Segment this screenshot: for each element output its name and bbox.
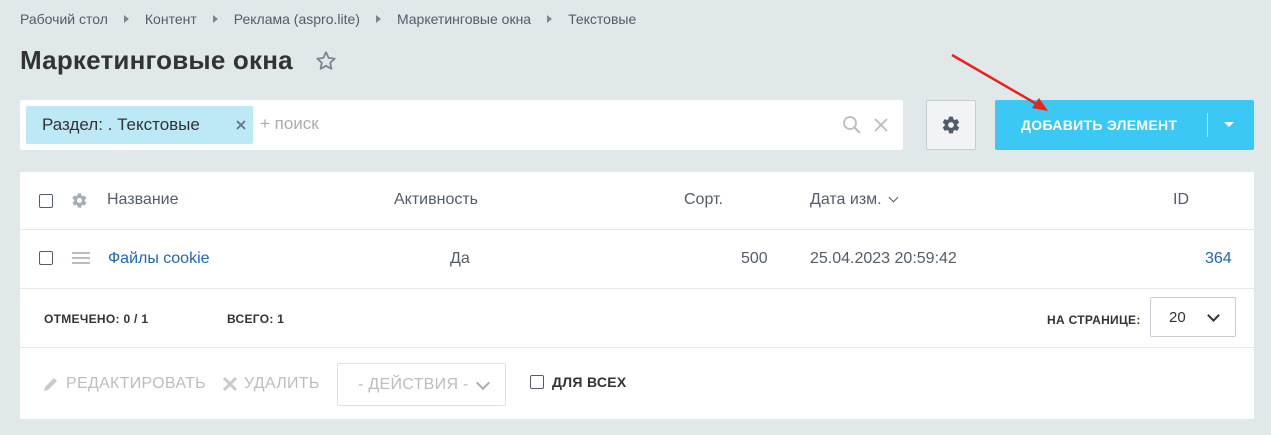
breadcrumb: Рабочий стол Контент Реклама (aspro.lite… — [20, 11, 636, 27]
elements-grid: Название Активность Сорт. Дата изм. ID Ф… — [20, 172, 1254, 419]
edit-button-label: РЕДАКТИРОВАТЬ — [66, 375, 206, 392]
caret-down-icon[interactable] — [1224, 122, 1234, 127]
delete-x-icon — [222, 376, 238, 392]
select-all-checkbox[interactable] — [39, 194, 53, 208]
for-all-toggle[interactable]: ДЛЯ ВСЕХ — [530, 374, 627, 390]
chevron-down-icon — [475, 375, 491, 391]
column-header-name[interactable]: Название — [107, 191, 179, 209]
table-row[interactable]: Файлы cookie Да 500 25.04.2023 20:59:42 … — [20, 230, 1254, 289]
chip-close-icon[interactable] — [233, 116, 249, 134]
actions-select[interactable]: - ДЕЙСТВИЯ - — [337, 363, 506, 406]
breadcrumb-item-marketing-windows[interactable]: Маркетинговые окна — [397, 11, 531, 27]
clear-icon[interactable] — [872, 116, 890, 134]
breadcrumb-separator-icon — [547, 15, 553, 23]
column-header-active[interactable]: Активность — [394, 191, 478, 209]
breadcrumb-separator-icon — [123, 15, 129, 23]
breadcrumb-item-content[interactable]: Контент — [145, 11, 197, 27]
filter-chip-label: Раздел: . Текстовые — [42, 115, 200, 134]
checked-count-label: ОТМЕЧЕНО: — [44, 312, 120, 326]
star-icon[interactable] — [315, 50, 337, 72]
per-page-select[interactable]: 20 — [1150, 297, 1236, 337]
row-active: Да — [450, 250, 470, 267]
filter-chip-section[interactable]: Раздел: . Текстовые — [26, 106, 253, 144]
actions-select-value: - ДЕЙСТВИЯ - — [358, 376, 469, 393]
row-date: 25.04.2023 20:59:42 — [810, 250, 957, 267]
for-all-label: ДЛЯ ВСЕХ — [552, 374, 627, 390]
search-icon[interactable] — [842, 115, 862, 135]
sort-desc-icon — [888, 192, 899, 203]
column-settings-gear-icon[interactable] — [71, 192, 88, 209]
for-all-checkbox[interactable] — [530, 375, 544, 389]
row-sort: 500 — [741, 250, 768, 267]
column-header-date-label: Дата изм. — [810, 191, 882, 208]
search-input[interactable] — [260, 114, 820, 134]
pencil-icon — [44, 378, 57, 391]
breadcrumb-separator-icon — [375, 15, 381, 23]
breadcrumb-item-text[interactable]: Текстовые — [568, 11, 636, 27]
row-menu-icon[interactable] — [72, 251, 90, 265]
page-title: Маркетинговые окна — [20, 45, 293, 75]
total-count-value: 1 — [277, 312, 285, 326]
breadcrumb-item-ads[interactable]: Реклама (aspro.lite) — [234, 11, 360, 27]
grid-header-row: Название Активность Сорт. Дата изм. ID — [20, 172, 1254, 230]
row-name-link[interactable]: Файлы cookie — [108, 250, 210, 268]
add-button-separator — [1207, 113, 1208, 137]
row-id-link[interactable]: 364 — [1205, 250, 1232, 268]
per-page-label: НА СТРАНИЦЕ: — [1047, 313, 1141, 327]
row-checkbox[interactable] — [39, 251, 53, 265]
breadcrumb-separator-icon — [212, 15, 218, 23]
delete-button[interactable]: УДАЛИТЬ — [222, 375, 320, 393]
title-row: Маркетинговые окна — [20, 45, 337, 76]
breadcrumb-item-desktop[interactable]: Рабочий стол — [20, 11, 108, 27]
per-page-value: 20 — [1169, 309, 1186, 326]
delete-button-label: УДАЛИТЬ — [244, 375, 320, 392]
checked-count: ОТМЕЧЕНО: 0 / 1 — [44, 312, 148, 326]
grid-actions-row: РЕДАКТИРОВАТЬ УДАЛИТЬ - ДЕЙСТВИЯ - ДЛЯ В… — [20, 348, 1254, 419]
grid-footer-row: ОТМЕЧЕНО: 0 / 1 ВСЕГО: 1 НА СТРАНИЦЕ: 20 — [20, 289, 1254, 348]
total-count-label: ВСЕГО: — [227, 312, 274, 326]
checked-count-value: 0 / 1 — [123, 312, 149, 326]
edit-button[interactable]: РЕДАКТИРОВАТЬ — [42, 375, 206, 393]
filter-search-box[interactable]: Раздел: . Текстовые — [20, 100, 903, 150]
total-count: ВСЕГО: 1 — [227, 312, 284, 326]
column-header-id[interactable]: ID — [1173, 191, 1189, 209]
column-header-date[interactable]: Дата изм. — [810, 191, 899, 209]
annotation-arrow-icon — [951, 53, 1048, 111]
column-header-sort[interactable]: Сорт. — [684, 191, 723, 209]
chevron-down-icon — [1207, 309, 1220, 322]
